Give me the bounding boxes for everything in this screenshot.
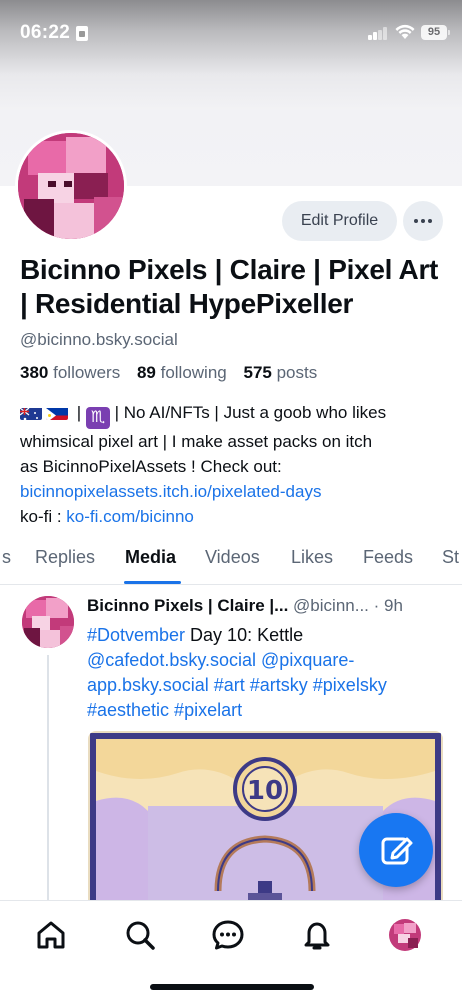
posts-count: 575 (243, 363, 272, 382)
more-dots-icon (421, 219, 425, 223)
more-dots-icon (414, 219, 418, 223)
tab-feeds[interactable]: Feeds (363, 547, 413, 568)
profile-bio: | ♏ | No AI/NFTs | Just a goob who likes… (20, 400, 450, 529)
profile-stats: 380 followers 89 following 575 posts (20, 363, 317, 383)
post-avatar-art (22, 596, 74, 648)
followers-label: followers (53, 363, 121, 382)
posts-label: posts (276, 363, 318, 382)
bio-itch-link[interactable]: bicinnopixelassets.itch.io/pixelated-day… (20, 482, 321, 501)
scorpio-icon: ♏ (85, 407, 110, 429)
home-icon[interactable] (34, 918, 68, 952)
post-text-body: Day 10: Kettle (185, 625, 304, 645)
bio-kofi-link[interactable]: ko-fi.com/bicinno (66, 507, 194, 526)
bio-separator: | (72, 403, 86, 422)
cellular-signal-icon (368, 27, 388, 40)
more-options-button[interactable] (403, 201, 443, 241)
following-count: 89 (136, 363, 156, 382)
post-author-handle: @bicinn... (293, 596, 369, 615)
hashtag-dotvember[interactable]: #Dotvember (87, 625, 185, 645)
bio-line-1-text: | No AI/NFTs | Just a goob who likes (109, 403, 387, 422)
bio-line-2: whimsical pixel art | I make asset packs… (20, 432, 373, 451)
following-link[interactable]: 89 following (137, 363, 227, 382)
tab-posts-partial[interactable]: s (2, 547, 11, 568)
thread-line (47, 655, 49, 915)
profile-handle: @bicinno.bsky.social (20, 330, 178, 349)
compose-icon (381, 837, 413, 865)
compose-post-button[interactable] (359, 813, 433, 887)
mention-cafedot[interactable]: @cafedot.bsky.social (87, 650, 256, 670)
tab-replies[interactable]: Replies (35, 547, 95, 568)
profile-avatar[interactable] (15, 130, 127, 242)
kofi-label: ko-fi : (20, 507, 67, 526)
tab-likes[interactable]: Likes (291, 547, 333, 568)
post-timestamp[interactable]: · 9h (374, 596, 403, 615)
australia-flag-icon (20, 405, 42, 420)
search-icon[interactable] (123, 918, 157, 952)
avatar-pixel-art (18, 133, 124, 239)
bell-icon[interactable] (300, 918, 334, 952)
active-tab-indicator (124, 581, 181, 584)
tab-starter-packs-partial[interactable]: St (442, 547, 459, 568)
image-badge-number: 10 (247, 776, 283, 806)
followers-link[interactable]: 380 followers (20, 363, 120, 382)
orientation-lock-icon (76, 26, 88, 41)
wifi-icon (395, 24, 415, 39)
post-text: #Dotvember Day 10: Kettle @cafedot.bsky.… (87, 623, 437, 723)
bio-line-1: | ♏ | No AI/NFTs | Just a goob who likes (20, 400, 450, 429)
tab-media[interactable]: Media (125, 547, 176, 568)
status-bar: 06:22 95 (0, 0, 462, 64)
status-time: 06:22 (20, 22, 71, 43)
philippines-flag-icon (46, 405, 68, 420)
tab-videos[interactable]: Videos (205, 547, 260, 568)
post-author-avatar[interactable] (22, 596, 74, 648)
profile-display-name: Bicinno Pixels | Claire | Pixel Art | Re… (20, 254, 439, 319)
post-author-name[interactable]: Bicinno Pixels | Claire |... (87, 596, 288, 615)
bio-line-3: as BicinnoPixelAssets ! Check out: (20, 457, 282, 476)
more-dots-icon (428, 219, 432, 223)
posts-stat: 575 posts (243, 363, 317, 382)
followers-count: 380 (20, 363, 49, 382)
profile-tabs: s Replies Media Videos Likes Feeds St (0, 537, 462, 585)
following-label: following (160, 363, 227, 382)
post-header: Bicinno Pixels | Claire |... @bicinn... … (87, 596, 403, 616)
edit-profile-button[interactable]: Edit Profile (282, 201, 397, 241)
profile-nav-avatar[interactable] (388, 918, 422, 952)
battery-indicator: 95 (421, 25, 450, 40)
home-indicator (150, 984, 314, 990)
chat-icon[interactable] (211, 918, 245, 952)
